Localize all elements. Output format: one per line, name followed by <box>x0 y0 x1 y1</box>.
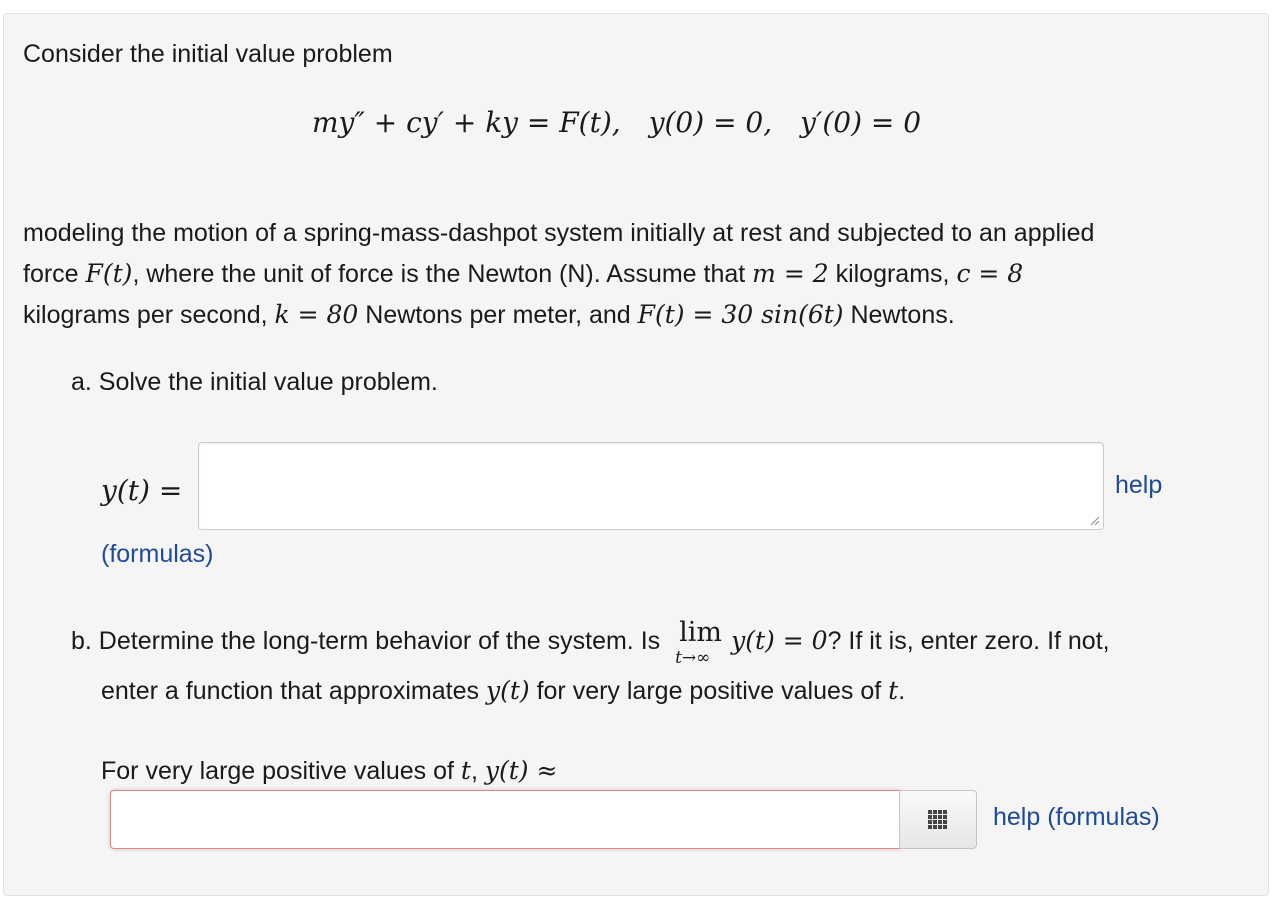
initial-condition-2: y′(0) = 0 <box>800 106 922 139</box>
paragraph-line-3: kilograms per second, k = 80 Newtons per… <box>23 300 955 330</box>
text: for very large positive values of <box>529 677 889 705</box>
part-a-answer-label: y(t) = <box>101 474 183 507</box>
part-b-help-formulas-link[interactable]: help (formulas) <box>993 803 1160 832</box>
text: , where the unit of force is the Newton … <box>132 260 753 288</box>
lim-subscript: t→∞ <box>675 648 711 668</box>
math-t: t <box>460 756 471 785</box>
part-b-prompt-line-2: enter a function that approximates y(t) … <box>101 676 905 706</box>
text: Newtons. <box>843 301 955 329</box>
problem-card: Consider the initial value problem my″ +… <box>3 13 1269 896</box>
math-damping: c = 8 <box>956 259 1024 288</box>
part-b-prompt-line-1: b. Determine the long-term behavior of t… <box>71 617 1110 668</box>
limit-expression: lim t→∞ <box>667 617 731 668</box>
equation-palette-button[interactable] <box>899 790 977 849</box>
math-limit-value: y(t) = 0 <box>731 626 828 655</box>
text: b. Determine the long-term behavior of t… <box>71 627 668 655</box>
intro-text: Consider the initial value problem <box>23 40 393 68</box>
text: . <box>898 677 906 705</box>
resize-grip-icon[interactable] <box>1089 515 1099 525</box>
text: enter a function that approximates <box>101 677 486 705</box>
math-t: t <box>888 676 899 705</box>
grid-palette-icon <box>928 809 947 829</box>
math-y-approx: y(t) ≈ <box>484 756 558 785</box>
part-b-answer-label: For very large positive values of t, y(t… <box>101 756 557 786</box>
ode-lhs: my″ + cy′ + ky = F(t), <box>312 106 621 139</box>
ivp-equation: my″ + cy′ + ky = F(t), y(0) = 0, y′(0) = 0 <box>312 106 921 139</box>
text: kilograms, <box>828 260 957 288</box>
text: For very large positive values of <box>101 757 461 785</box>
text: , <box>470 757 485 785</box>
math-spring-constant: k = 80 <box>274 300 359 329</box>
part-a-formulas-link[interactable]: (formulas) <box>101 540 214 569</box>
math-mass: m = 2 <box>752 259 829 288</box>
text: Newtons per meter, and <box>358 301 638 329</box>
lim-word: lim <box>679 617 722 648</box>
text: force <box>23 260 86 288</box>
initial-condition-1: y(0) = 0, <box>648 106 773 139</box>
part-a-prompt: a. Solve the initial value problem. <box>71 368 438 396</box>
text: ? If it is, enter zero. If not, <box>827 627 1110 655</box>
part-b-answer-input[interactable] <box>110 790 901 849</box>
part-a-answer-textarea[interactable] <box>198 442 1104 530</box>
paragraph-line-2: force F(t), where the unit of force is t… <box>23 259 1023 289</box>
math-force: F(t) <box>85 259 133 288</box>
part-a-help-link[interactable]: help <box>1115 471 1162 500</box>
math-forcing-function: F(t) = 30 sin(6t) <box>637 300 844 329</box>
paragraph-line-1: modeling the motion of a spring-mass-das… <box>23 219 1095 247</box>
text: kilograms per second, <box>23 301 275 329</box>
math-y-of-t: y(t) <box>485 676 530 705</box>
